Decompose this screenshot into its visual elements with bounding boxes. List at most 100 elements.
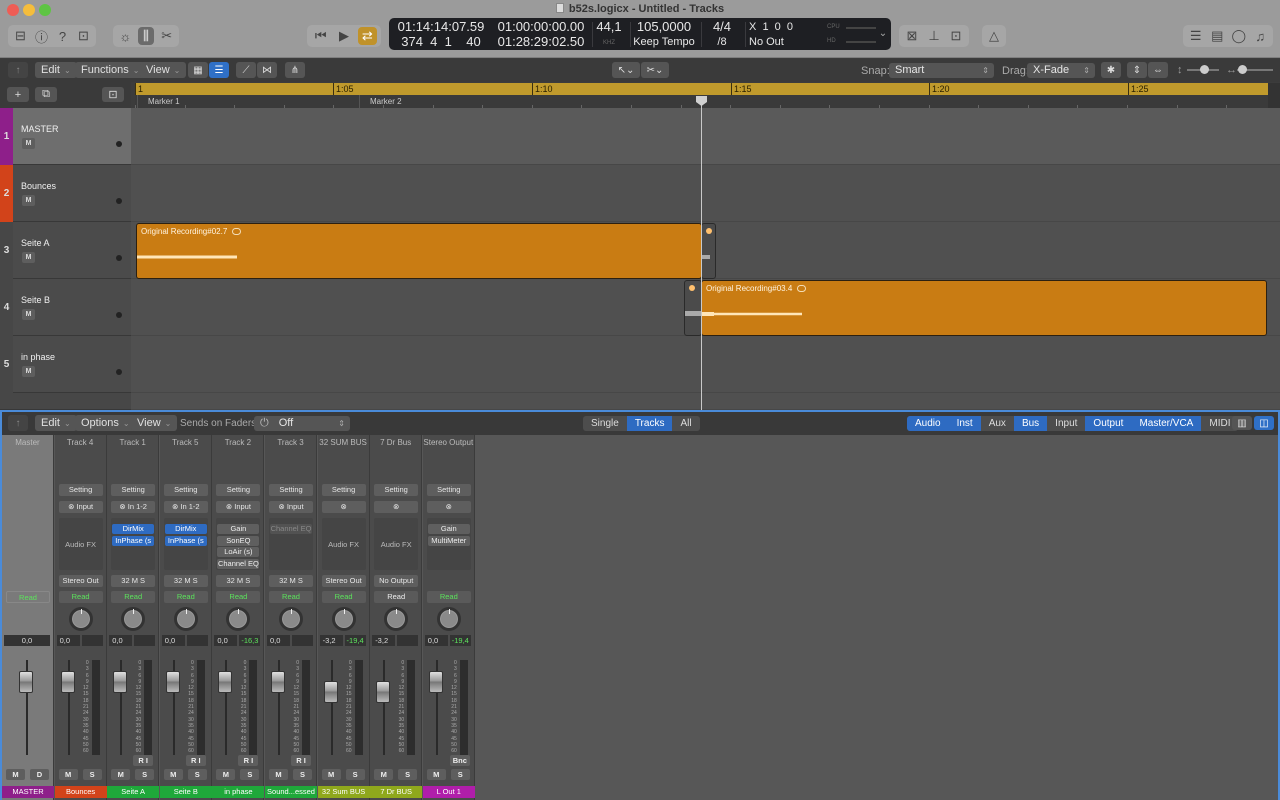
view-mode-all[interactable]: All — [672, 416, 699, 431]
automation-icon[interactable]: ⟋ — [236, 62, 256, 78]
plugin-slot[interactable]: InPhase (s — [112, 535, 155, 546]
add-track-icon[interactable]: + — [7, 87, 29, 102]
plugin-slot[interactable]: InPhase (s — [164, 535, 207, 546]
pan-knob[interactable] — [384, 607, 409, 631]
mute-button[interactable]: M — [22, 366, 35, 377]
audio-region[interactable]: Original Recording#02.7 — [136, 223, 702, 279]
filter-input[interactable]: Input — [1047, 416, 1085, 431]
smart-controls-icon[interactable]: ☼ — [117, 27, 134, 45]
plugin-slot[interactable]: LoAir (s) — [217, 547, 260, 557]
back-icon[interactable]: ↑ — [8, 415, 28, 431]
global-tracks-icon[interactable]: ⊡ — [102, 87, 124, 102]
pan-knob[interactable] — [226, 607, 251, 631]
catch-icon[interactable]: ⋔ — [285, 62, 305, 78]
solo-button[interactable]: S — [293, 769, 312, 780]
peak-value[interactable]: -19,4 — [344, 635, 366, 646]
track-name-label[interactable]: MASTER — [2, 786, 54, 798]
volume-value[interactable]: 0,0 — [161, 635, 185, 646]
track-name-label[interactable]: Seite A — [107, 786, 160, 798]
volume-value[interactable]: -3,2 — [372, 635, 396, 646]
pan-knob[interactable] — [279, 607, 303, 631]
track-name-label[interactable]: 7 Dr BUS — [370, 786, 423, 798]
snap-select[interactable]: Smart ⇕ — [889, 63, 994, 78]
audio-fx-slots[interactable]: Gain SonEQ LoAir (s) Channel EQ — [216, 518, 261, 570]
input-slot[interactable]: ⊗ — [321, 501, 366, 513]
horizontal-zoom-knob[interactable] — [1238, 65, 1247, 74]
mute-button[interactable]: M — [6, 769, 25, 780]
volume-value[interactable]: 0,0 — [109, 635, 133, 646]
tuner-icon[interactable]: ⊥ — [925, 27, 943, 45]
plugin-slot[interactable]: SonEQ — [217, 535, 260, 546]
record-input-buttons[interactable]: R I — [185, 755, 206, 766]
vertical-zoom-knob[interactable] — [1200, 65, 1209, 74]
plugin-slot[interactable]: Gain — [427, 524, 470, 534]
notepad-icon[interactable]: ▤ — [1209, 27, 1227, 45]
volume-value[interactable]: 0,0 — [56, 635, 80, 646]
metronome-icon[interactable]: △ — [983, 27, 1005, 45]
track-header[interactable]: 2 Bounces M — [0, 165, 131, 222]
fader-handle[interactable] — [428, 671, 443, 693]
mute-button[interactable]: M — [22, 138, 35, 149]
track-name-label[interactable]: Bounces — [54, 786, 107, 798]
output-slot[interactable]: 32 M S — [163, 575, 208, 587]
track-name-label[interactable]: Sound...essed — [265, 786, 317, 798]
pointer-tool-menu[interactable]: ↖⌄ — [612, 62, 640, 78]
solo-button[interactable]: S — [135, 769, 155, 780]
solo-button[interactable]: S — [187, 769, 207, 780]
solo-button[interactable]: S — [345, 769, 365, 780]
fader-handle[interactable] — [19, 671, 33, 693]
output-slot[interactable]: 32 M S — [216, 575, 261, 587]
marker-2[interactable]: Marker 2 — [359, 95, 402, 108]
volume-value[interactable]: 0,0 — [424, 635, 448, 646]
automation-mode[interactable]: Read — [269, 591, 313, 603]
track-header[interactable]: 4 Seite B M — [0, 279, 131, 336]
automation-mode[interactable]: Read — [163, 591, 208, 603]
record-input-buttons[interactable]: R I — [133, 755, 154, 766]
ruler[interactable]: 1 1:05 1:10 1:15 1:20 1:25 — [135, 83, 1268, 95]
solo-button[interactable]: S — [240, 769, 260, 780]
setting-button[interactable]: Setting — [163, 484, 208, 496]
browsers-icon[interactable]: ♫ — [1252, 27, 1270, 45]
track-lane[interactable] — [131, 108, 1280, 165]
audio-fx-slots[interactable]: Audio FX — [321, 518, 366, 570]
record-enable-button[interactable] — [116, 141, 122, 147]
output-slot[interactable]: No Output — [374, 575, 419, 587]
filter-master-vca[interactable]: Master/VCA — [1131, 416, 1202, 431]
setting-button[interactable]: Setting — [269, 484, 313, 496]
region-fade-head[interactable] — [684, 280, 702, 336]
cycle-icon[interactable]: ⇄ — [357, 27, 377, 45]
audio-fx-slots[interactable]: Gain MultiMeter — [426, 518, 471, 570]
audio-fx-slots[interactable]: Channel EQ — [269, 518, 313, 570]
output-slot[interactable]: Stereo Out — [58, 575, 103, 587]
audio-fx-slots[interactable]: DirMix InPhase (s — [163, 518, 208, 570]
audio-region[interactable]: Original Recording#03.4 — [701, 280, 1267, 336]
automation-mode[interactable]: Read — [111, 591, 156, 603]
track-name-label[interactable]: 32 Sum BUS — [317, 786, 370, 798]
solo-button[interactable]: S — [450, 769, 470, 780]
fader-handle[interactable] — [60, 671, 75, 693]
setting-button[interactable]: Setting — [321, 484, 366, 496]
region-fade-tail[interactable] — [701, 223, 716, 279]
input-slot[interactable]: ⊗ Input — [58, 501, 103, 513]
peak-value[interactable] — [397, 635, 419, 646]
audio-fx-slots[interactable]: Audio FX — [58, 518, 103, 570]
track-name-label[interactable]: L Out 1 — [422, 786, 475, 798]
dim-button[interactable]: D — [30, 769, 49, 780]
track-name-label[interactable]: in phase — [212, 786, 265, 798]
plugin-slot[interactable]: Channel EQ — [217, 558, 260, 569]
lcd-display[interactable]: 01:14:14:07.59 374 4 1 40 01:00:00:00.00… — [389, 18, 891, 50]
solo-button[interactable]: S — [82, 769, 102, 780]
bounce-button[interactable]: Bnc — [449, 755, 470, 766]
volume-value[interactable]: 0,0 — [267, 635, 290, 646]
rewind-icon[interactable]: ⏮ — [311, 27, 330, 45]
input-slot[interactable]: ⊗ — [426, 501, 471, 513]
fader-handle[interactable] — [218, 671, 233, 693]
setting-button[interactable]: Setting — [111, 484, 156, 496]
fader-handle[interactable] — [165, 671, 180, 693]
solo-icon[interactable]: ⊡ — [947, 27, 965, 45]
duplicate-track-icon[interactable]: ⧉ — [35, 87, 57, 102]
marker-1[interactable]: Marker 1 — [137, 95, 180, 108]
arrange-area[interactable]: Original Recording#02.7 Original Recordi… — [131, 108, 1280, 410]
automation-mode[interactable]: Read — [6, 591, 50, 603]
plugin-slot[interactable]: DirMix — [112, 524, 155, 534]
